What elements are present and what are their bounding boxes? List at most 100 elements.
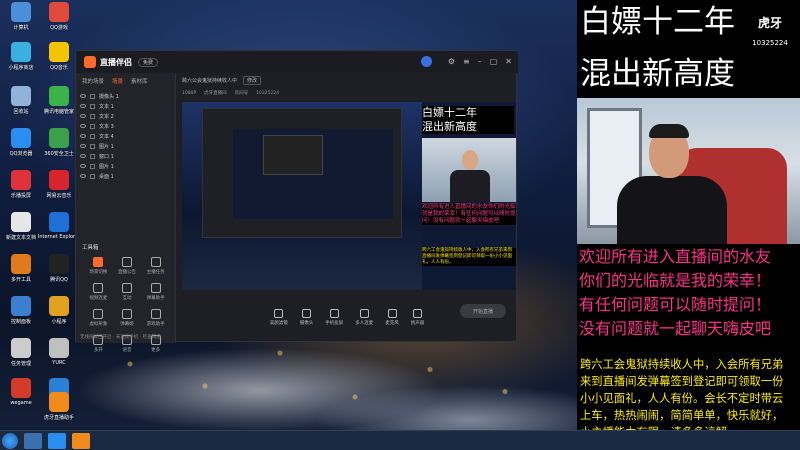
desktop-shortcut[interactable]: QQ浏览器 xyxy=(2,128,40,168)
live-assistant-window[interactable]: 直播伴侣 免费 ⚙ ≡ – ▢ ✕ 我的场景 场景 素材库 摄像头 1 文本 1 文… xyxy=(75,50,518,353)
go-live-button[interactable]: 开始直播 xyxy=(460,304,506,318)
visibility-eye-icon[interactable] xyxy=(80,134,86,138)
lock-icon[interactable] xyxy=(90,113,95,119)
desktop-shortcut[interactable]: 乐播投屏 xyxy=(2,170,40,210)
desktop-shortcut[interactable]: 360安全卫士 xyxy=(40,128,78,168)
desktop-shortcut[interactable]: 腾讯电脑管家 xyxy=(40,86,78,126)
avatar[interactable] xyxy=(421,56,432,67)
stream-preview[interactable]: 白嫖十二年 混出新高度 欢迎所有进入直播间的水友你们的光临就是我的荣幸！有任何问… xyxy=(182,102,516,290)
bottom-tool-button[interactable]: 多人连麦 xyxy=(355,308,373,326)
lock-icon[interactable] xyxy=(90,133,95,139)
scene-item[interactable]: 图片 1 xyxy=(80,161,171,171)
desktop-shortcut[interactable]: 网易云音乐 xyxy=(40,170,78,210)
scene-item[interactable]: 文本 1 xyxy=(80,101,171,111)
visibility-eye-icon[interactable] xyxy=(80,114,86,118)
stream-title-bar: 跨六公会鬼狱持续收人中 修改 xyxy=(176,73,518,87)
lock-icon[interactable] xyxy=(90,163,95,169)
desktop-shortcut-label: 新建文本文档 xyxy=(5,235,36,241)
bottom-tool-button[interactable]: 扬声器 xyxy=(410,308,425,326)
visibility-eye-icon[interactable] xyxy=(80,154,86,158)
desktop-shortcut[interactable]: QQ游戏 xyxy=(40,2,78,42)
scene-item[interactable]: 窗口 1 xyxy=(80,151,171,161)
taskbar-explorer-icon[interactable] xyxy=(24,432,42,449)
desktop-shortcut[interactable]: 虎牙直播助手 xyxy=(40,392,78,432)
app-badge: 免费 xyxy=(138,57,159,67)
tab-scenes[interactable]: 场景 xyxy=(112,77,123,85)
status-text: 无线投屏已开启 · 未连接手机 · 检查网络 xyxy=(80,335,161,340)
scene-item[interactable]: 桌面 1 xyxy=(80,171,171,181)
scene-item[interactable]: 文本 2 xyxy=(80,111,171,121)
tool-label: 互动 xyxy=(122,296,132,301)
menu-icon[interactable]: ≡ xyxy=(463,57,470,67)
tool-button[interactable]: 弹幕助手 xyxy=(141,283,170,301)
tab-materials[interactable]: 素材库 xyxy=(131,77,148,85)
maximize-icon[interactable]: ▢ xyxy=(490,57,498,67)
start-button[interactable] xyxy=(2,432,18,449)
tool-button[interactable]: 主播任务 xyxy=(141,257,170,275)
tool-button[interactable]: 弹幕姬 xyxy=(113,309,142,327)
desktop-shortcut-label: QQ音乐 xyxy=(50,65,68,71)
visibility-eye-icon[interactable] xyxy=(80,164,86,168)
visibility-eye-icon[interactable] xyxy=(80,104,86,108)
tool-button[interactable]: 视频连麦 xyxy=(84,283,113,301)
lock-icon[interactable] xyxy=(90,123,95,129)
settings-icon[interactable]: ⚙ xyxy=(448,57,455,67)
desktop-shortcut[interactable]: 任务管理 xyxy=(2,338,40,378)
lock-icon[interactable] xyxy=(90,143,95,149)
bottom-tool-label: 扬声器 xyxy=(410,320,425,326)
tool-label: 直播公告 xyxy=(117,270,136,275)
desktop-shortcut[interactable]: YURC xyxy=(40,338,78,378)
ie-icon xyxy=(49,212,69,232)
close-icon[interactable]: ✕ xyxy=(505,57,512,67)
lock-icon[interactable] xyxy=(90,173,95,179)
visibility-eye-icon[interactable] xyxy=(80,174,86,178)
scene-label: 文本 4 xyxy=(99,133,114,140)
app-titlebar[interactable]: 直播伴侣 免费 ⚙ ≡ – ▢ ✕ xyxy=(76,51,518,73)
lock-icon[interactable] xyxy=(90,93,95,99)
desktop-shortcut[interactable]: Internet Explorer xyxy=(38,212,80,252)
visibility-eye-icon[interactable] xyxy=(80,144,86,148)
control-panel-icon xyxy=(11,296,31,316)
minimize-icon[interactable]: – xyxy=(478,57,482,67)
desktop-shortcut[interactable]: 小程序 xyxy=(40,296,78,336)
taskbar-live-assistant-icon[interactable] xyxy=(72,432,90,449)
tool-button[interactable]: 互动 xyxy=(113,283,142,301)
scene-item[interactable]: 文本 3 xyxy=(80,121,171,131)
tool-button[interactable]: 虚拟形象 xyxy=(84,309,113,327)
tool-icon xyxy=(93,309,104,319)
desktop-shortcut[interactable]: QQ音乐 xyxy=(40,42,78,82)
tool-button[interactable]: 直播公告 xyxy=(113,257,142,275)
edit-title-button[interactable]: 修改 xyxy=(243,75,262,85)
text-doc-icon xyxy=(11,212,31,232)
desktop-shortcut[interactable]: 小程序商店 xyxy=(2,42,40,82)
scene-label: 图片 1 xyxy=(99,163,114,170)
bottom-tool-button[interactable]: 摄像头 xyxy=(299,308,314,326)
desktop-shortcut[interactable]: 回收站 xyxy=(2,86,40,126)
overlay-notice-line: 上车，热热闹闹，简简单单，快乐就好， xyxy=(580,409,784,422)
bottom-tool-label: 摄像头 xyxy=(299,320,314,326)
tool-icon xyxy=(150,309,161,319)
desktop-shortcut[interactable]: 腾讯QQ xyxy=(40,254,78,294)
scene-item[interactable]: 摄像头 1 xyxy=(80,91,171,101)
tab-my-scenes[interactable]: 我的场景 xyxy=(82,77,104,85)
scene-item[interactable]: 图片 1 xyxy=(80,141,171,151)
tool-button[interactable]: 游戏助手 xyxy=(141,309,170,327)
tool-button[interactable]: 场景切换 xyxy=(84,257,113,275)
bottom-tool-button[interactable]: 手机投屏 xyxy=(325,308,343,326)
resolution-label[interactable]: 1080P xyxy=(182,91,196,96)
bottom-tool-button[interactable]: 麦克风 xyxy=(385,308,399,326)
visibility-eye-icon[interactable] xyxy=(80,94,86,98)
lock-icon[interactable] xyxy=(90,103,95,109)
cast-icon xyxy=(11,170,31,190)
desktop-shortcut[interactable]: 新建文本文档 xyxy=(2,212,40,252)
scene-item[interactable]: 文本 4 xyxy=(80,131,171,141)
desktop-shortcut[interactable]: 计算机 xyxy=(2,2,40,42)
bottom-tool-button[interactable]: 美颜滤镜 xyxy=(270,308,288,326)
lock-icon[interactable] xyxy=(90,153,95,159)
desktop-shortcut[interactable]: wegame xyxy=(2,378,40,418)
desktop-shortcut[interactable]: 多开工具 xyxy=(2,254,40,294)
taskbar-browser-icon[interactable] xyxy=(48,432,66,449)
desktop-shortcut[interactable]: 控制面板 xyxy=(2,296,40,336)
preview-title-line2: 混出新高度 xyxy=(422,120,477,133)
visibility-eye-icon[interactable] xyxy=(80,124,86,128)
